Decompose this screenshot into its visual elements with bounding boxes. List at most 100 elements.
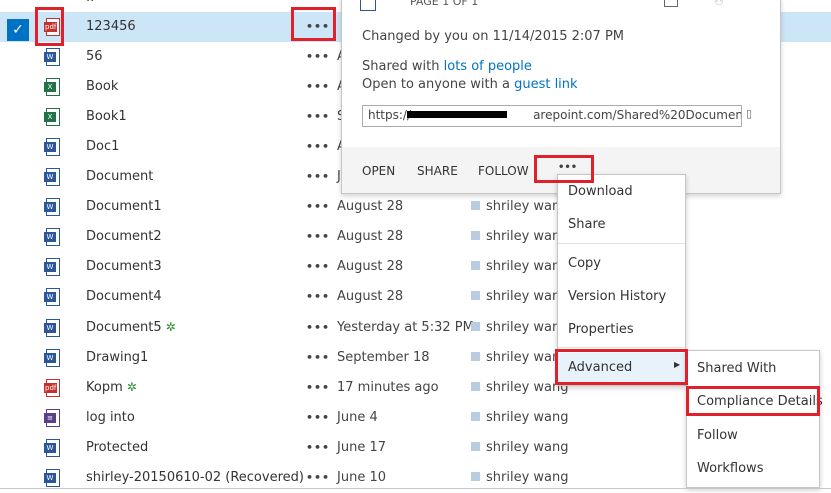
- presence-icon: [471, 352, 480, 361]
- file-name-link[interactable]: log into: [86, 410, 135, 425]
- word-icon: W: [44, 198, 62, 216]
- user-icon: ⚇: [714, 0, 724, 8]
- word-icon: W: [44, 48, 62, 66]
- word-icon: W: [44, 439, 62, 457]
- modified-date: June 10: [337, 470, 386, 485]
- file-name-text: Doc1: [86, 139, 120, 154]
- presence-icon: [471, 322, 480, 331]
- submenu-item-follow[interactable]: Follow: [687, 421, 819, 451]
- modified-by[interactable]: shriley wang: [471, 410, 569, 425]
- table-row[interactable]: W Document3 ••• August 28 shriley wang: [0, 252, 831, 282]
- follow-action[interactable]: FOLLOW: [478, 164, 529, 178]
- bottom-divider: [0, 488, 831, 489]
- menu-item-share[interactable]: Share: [558, 210, 685, 240]
- presence-icon: [471, 442, 480, 451]
- modified-by[interactable]: shriley wang: [471, 380, 569, 395]
- menu-divider: [558, 243, 685, 244]
- shared-info: Shared with lots of people: [362, 59, 532, 74]
- row-more-button[interactable]: •••: [306, 140, 330, 153]
- file-name-link[interactable]: Doc1: [86, 139, 119, 154]
- row-more-button[interactable]: •••: [306, 471, 330, 484]
- table-row[interactable]: W Document1 ••• August 28 shriley wang: [0, 192, 831, 222]
- row-more-button[interactable]: •••: [306, 200, 330, 213]
- file-name-text: Protected: [86, 440, 149, 455]
- file-name-link[interactable]: Book: [86, 79, 118, 94]
- row-more-button[interactable]: •••: [306, 290, 330, 303]
- file-name-link[interactable]: 56: [86, 49, 103, 64]
- menu-item-copy[interactable]: Copy: [558, 249, 685, 279]
- file-name-link[interactable]: Document3: [86, 259, 162, 274]
- table-row[interactable]: W Document2 ••• August 28 shriley wang: [0, 222, 831, 252]
- row-more-button[interactable]: •••: [306, 50, 330, 63]
- modified-date: Yesterday at 5:32 PM: [337, 320, 474, 335]
- file-name-link[interactable]: Document1: [86, 199, 162, 214]
- lots-of-people-link[interactable]: lots of people: [444, 59, 532, 74]
- file-name-link[interactable]: Document5 ✲: [86, 320, 176, 335]
- modified-by[interactable]: shriley wang: [471, 199, 569, 214]
- file-name-link[interactable]: 123456: [86, 19, 136, 34]
- row-more-button[interactable]: •••: [306, 170, 330, 183]
- file-name-link[interactable]: Document4: [86, 289, 162, 304]
- excel-icon: X: [44, 108, 62, 126]
- row-more-button[interactable]: •••: [306, 230, 330, 243]
- row-more-button[interactable]: •••: [306, 321, 330, 334]
- row-more-button[interactable]: •••: [306, 351, 330, 364]
- row-more-button[interactable]: •••: [306, 441, 330, 454]
- changed-info: Changed by you on 11/14/2015 2:07 PM: [362, 29, 625, 44]
- modified-by[interactable]: shriley wang: [471, 259, 569, 274]
- word-icon: W: [44, 258, 62, 276]
- row-more-button[interactable]: •••: [306, 260, 330, 273]
- file-name-text: Book1: [86, 109, 127, 124]
- presence-icon: [471, 291, 480, 300]
- modified-by[interactable]: shriley wang: [471, 229, 569, 244]
- menu-item-version-history[interactable]: Version History: [558, 282, 685, 312]
- pdf-icon: pdf: [44, 379, 62, 397]
- presence-icon: [471, 472, 480, 481]
- file-name-link[interactable]: Drawing1: [86, 350, 148, 365]
- menu-item-properties[interactable]: Properties: [558, 315, 685, 345]
- file-name-link[interactable]: Kopm ✲: [86, 380, 137, 395]
- row-more-button[interactable]: •••: [306, 110, 330, 123]
- row-more-button[interactable]: •••: [306, 80, 330, 93]
- highlight-box: [291, 7, 336, 41]
- row-more-button[interactable]: •••: [306, 411, 330, 424]
- highlight-box: [534, 155, 594, 183]
- modified-date: 17 minutes ago: [337, 380, 439, 395]
- row-more-button[interactable]: •••: [306, 381, 330, 394]
- guest-link[interactable]: guest link: [514, 77, 577, 92]
- file-name-text: log into: [86, 410, 135, 425]
- chevron-down-icon[interactable]: ▾: [680, 0, 685, 3]
- modified-by[interactable]: shriley wang: [471, 289, 569, 304]
- table-row[interactable]: W Document4 ••• August 28 shriley wang: [0, 282, 831, 312]
- file-name-link[interactable]: Protected: [86, 440, 148, 455]
- redaction-bar: [407, 111, 507, 118]
- print-icon[interactable]: [664, 0, 678, 7]
- submenu-item-workflows[interactable]: Workflows: [687, 454, 819, 484]
- highlight-box: [686, 386, 820, 416]
- share-action[interactable]: SHARE: [417, 164, 458, 178]
- modified-date: June 4: [337, 410, 378, 425]
- file-name-text: Kopm: [86, 380, 123, 395]
- file-name-link[interactable]: shirley-20150610-02 (Recovered): [86, 470, 304, 485]
- file-name-text: 123456: [86, 19, 136, 34]
- file-name-link[interactable]: Book1: [86, 109, 127, 124]
- url-field[interactable]: https:// arepoint.com/Shared%20Documents…: [362, 105, 742, 127]
- submenu-item-shared-with[interactable]: Shared With: [687, 354, 819, 384]
- file-name-link[interactable]: Document: [86, 169, 153, 184]
- modified-by[interactable]: shriley wang: [471, 440, 569, 455]
- menu-divider: [558, 347, 685, 348]
- file-name-text: Book: [86, 79, 119, 94]
- modified-by[interactable]: shriley wang: [471, 350, 569, 365]
- file-name-text: Document2: [86, 229, 162, 244]
- shared-prefix: Shared with: [362, 59, 444, 74]
- modified-by[interactable]: shriley wang: [471, 320, 569, 335]
- copy-icon[interactable]: ▯: [746, 107, 752, 120]
- open-action[interactable]: OPEN: [362, 164, 395, 178]
- file-name-link[interactable]: Document2: [86, 229, 162, 244]
- modified-by[interactable]: shriley wang: [471, 470, 569, 485]
- presence-icon: [471, 231, 480, 240]
- modified-date: August 28: [337, 259, 404, 274]
- page-count: PAGE 1 OF 1: [410, 0, 479, 8]
- open-info: Open to anyone with a guest link: [362, 77, 578, 92]
- table-row[interactable]: W Document5 ✲ ••• Yesterday at 5:32 PM shrile…: [0, 313, 831, 343]
